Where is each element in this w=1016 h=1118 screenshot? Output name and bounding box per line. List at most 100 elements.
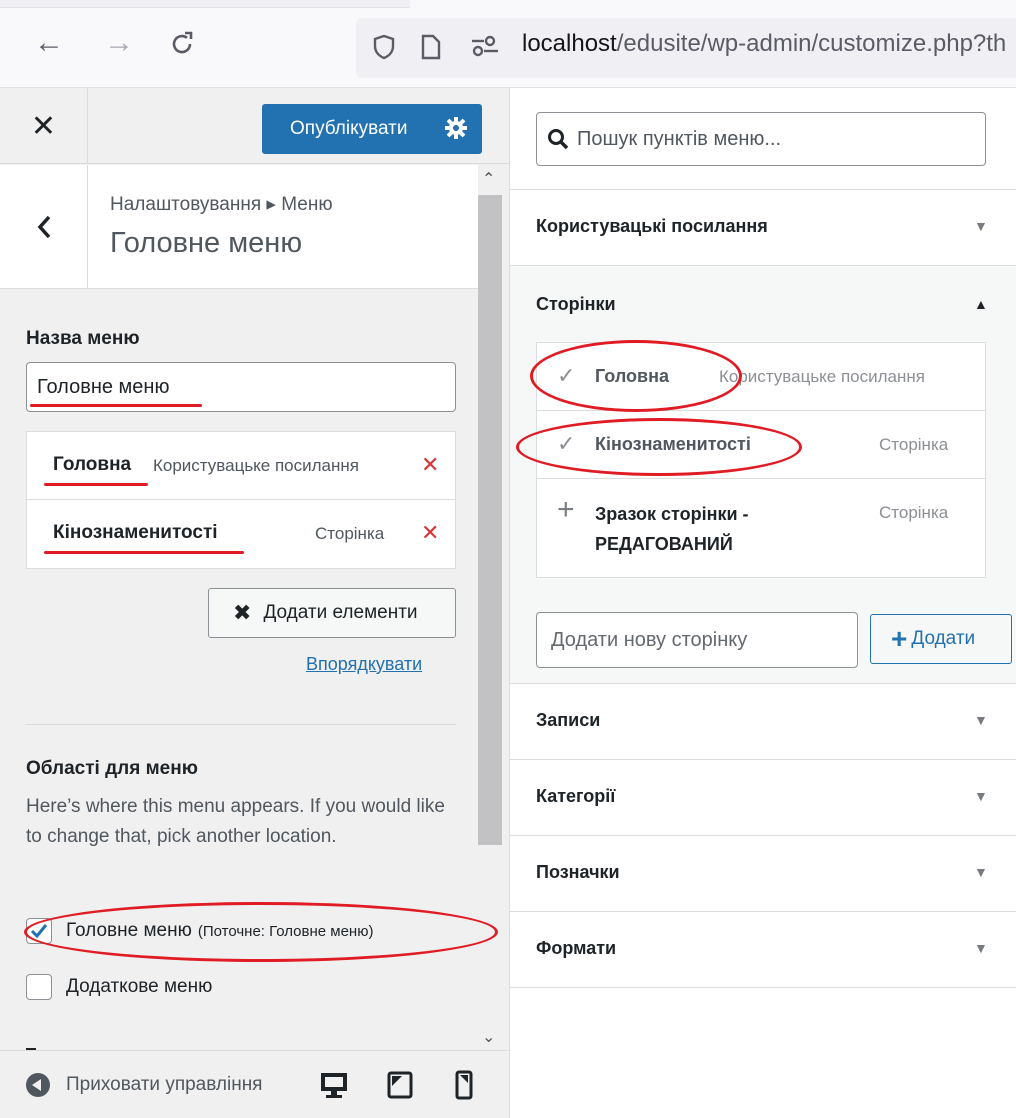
accordion-title: Користувацькі посилання (536, 216, 768, 236)
menu-item-type: Користувацьке посилання (153, 456, 359, 475)
publish-button[interactable]: Опублікувати (262, 104, 482, 154)
shield-icon[interactable] (372, 34, 396, 60)
mobile-preview-icon[interactable] (448, 1069, 480, 1101)
gear-icon[interactable] (444, 116, 468, 140)
accordion-posts[interactable]: Записи ▼ (510, 684, 1016, 760)
permissions-icon[interactable] (470, 34, 500, 58)
caret-up-icon[interactable]: ▲ (974, 296, 988, 312)
divider (26, 724, 456, 725)
search-icon (548, 129, 569, 150)
menu-item[interactable]: Головна Користувацьке посилання ✕ (27, 432, 455, 500)
publish-label: Опублікувати (290, 118, 408, 139)
list-item[interactable]: ✓ Головна Користувацьке посилання (537, 343, 985, 411)
sidebar-scrollbar[interactable]: ⌃ ⌄ (478, 165, 502, 1118)
back-icon[interactable]: ← (34, 28, 64, 58)
accordion-pages: Сторінки ▲ ✓ Головна Користувацьке посил… (510, 266, 1016, 684)
add-items-button[interactable]: ✖ Додати елементи (208, 588, 456, 638)
accordion-title: Формати (536, 938, 617, 958)
caret-down-icon: ▼ (974, 940, 988, 956)
url-text[interactable]: localhost/edusite/wp-admin/customize.php… (522, 30, 1006, 58)
close-icon: ✖ (233, 600, 252, 625)
menu-locations-title: Області для меню (26, 758, 198, 779)
chevron-down-icon[interactable]: ⌄ (482, 1027, 495, 1047)
checkmark-icon: ✓ (557, 363, 576, 388)
page-title-text: Зразок сторінки - РЕДАГОВАНИЙ (595, 504, 749, 554)
add-items-label: Додати елементи (263, 602, 418, 623)
tablet-preview-icon[interactable] (384, 1069, 416, 1101)
list-item[interactable]: + Зразок сторінки - РЕДАГОВАНИЙ Сторінка (537, 479, 985, 577)
location-option-primary[interactable]: Головне меню (Поточне: Головне меню) (26, 918, 373, 944)
accordion-title[interactable]: Сторінки (536, 294, 616, 315)
menu-items-list: Головна Користувацьке посилання ✕ Кінозн… (26, 431, 456, 569)
caret-down-icon: ▼ (974, 864, 988, 880)
delete-icon[interactable]: ✕ (421, 452, 439, 478)
url-host: localhost (522, 30, 617, 57)
checkmark-icon: ✓ (557, 431, 576, 456)
location-checkbox[interactable] (26, 918, 52, 944)
menu-item[interactable]: Кінознаменитості Сторінка ✕ (27, 500, 455, 568)
menu-item-title: Головна (53, 454, 132, 475)
accordion-custom-links[interactable]: Користувацькі посилання ▼ (510, 190, 1016, 266)
page-type: Користувацьке посилання (719, 367, 925, 386)
page-info-icon[interactable] (420, 34, 442, 60)
chevron-up-icon[interactable]: ⌃ (482, 169, 495, 189)
page-type: Сторінка (879, 503, 949, 522)
accordion-tags[interactable]: Позначки ▼ (510, 836, 1016, 912)
page-type: Сторінка (879, 435, 949, 454)
location-note: (Поточне: Головне меню) (197, 922, 374, 940)
plus-icon: + (557, 493, 575, 526)
menu-name-label: Назва меню (26, 328, 140, 349)
breadcrumb: Налаштовування ▸ Меню (110, 194, 333, 215)
hide-controls-button[interactable]: Приховати управління (26, 1073, 306, 1097)
available-menu-items-panel: Пошук пунктів меню... Користувацькі поси… (510, 88, 1016, 1118)
close-customizer-button[interactable]: ✕ (0, 88, 88, 164)
menu-items-search: Пошук пунктів меню... (510, 88, 1016, 190)
menu-item-title: Кінознаменитості (53, 522, 218, 543)
accordion-title: Позначки (536, 862, 620, 882)
customizer-header: ✕ Опублікувати (0, 88, 509, 164)
chevron-left-icon (37, 215, 50, 239)
back-button[interactable] (0, 165, 88, 289)
customizer-sidebar: ✕ Опублікувати Налаштовування ▸ Меню Гол… (0, 88, 510, 1118)
menu-locations-description: Here’s where this menu appears. If you w… (26, 796, 445, 847)
desktop-preview-icon[interactable] (318, 1069, 350, 1101)
location-label: Додаткове меню (66, 976, 213, 997)
scrollbar-thumb[interactable] (478, 195, 502, 845)
url-path: /edusite/wp-admin/customize.php?th (616, 30, 1007, 57)
tab-strip (0, 0, 410, 8)
collapse-icon (26, 1073, 50, 1097)
browser-toolbar: ← → localhost/edusite/wp-admin/customize… (0, 0, 1016, 88)
search-input[interactable]: Пошук пунктів меню... (536, 112, 986, 166)
location-option-secondary[interactable]: Додаткове меню (26, 974, 212, 1000)
accordion-title: Записи (536, 710, 601, 730)
location-label: Головне меню (66, 920, 192, 941)
reload-icon[interactable] (168, 30, 196, 58)
customizer-footer: Приховати управління (0, 1050, 509, 1118)
menu-name-input[interactable]: Головне меню (26, 362, 456, 412)
menu-item-type: Сторінка (315, 524, 385, 543)
accordion-title: Категорії (536, 786, 616, 806)
checkmark-icon (30, 924, 48, 939)
accordion-formats[interactable]: Формати ▼ (510, 912, 1016, 988)
new-page-input[interactable]: Додати нову сторінку (536, 612, 858, 668)
page-title: Головне меню (110, 227, 303, 259)
add-page-button[interactable]: + Додати (870, 614, 1012, 664)
location-checkbox[interactable] (26, 974, 52, 1000)
section-header: Налаштовування ▸ Меню Головне меню (0, 165, 478, 289)
caret-down-icon: ▼ (974, 788, 988, 804)
reorder-link[interactable]: Впорядкувати (306, 654, 422, 675)
close-icon: ✕ (30, 109, 57, 143)
add-page-label: Додати (911, 628, 976, 649)
forward-icon[interactable]: → (104, 28, 134, 58)
plus-icon: + (891, 623, 908, 654)
delete-icon[interactable]: ✕ (421, 520, 439, 546)
pages-list: ✓ Головна Користувацьке посилання ✓ Кіно… (536, 342, 986, 578)
accordion-categories[interactable]: Категорії ▼ (510, 760, 1016, 836)
hide-controls-label: Приховати управління (66, 1074, 263, 1095)
caret-down-icon: ▼ (974, 218, 988, 234)
page-title-text: Головна (595, 366, 669, 386)
list-item[interactable]: ✓ Кінознаменитості Сторінка (537, 411, 985, 479)
caret-down-icon: ▼ (974, 712, 988, 728)
search-placeholder: Пошук пунктів меню... (577, 127, 782, 150)
page-title-text: Кінознаменитості (595, 434, 751, 454)
